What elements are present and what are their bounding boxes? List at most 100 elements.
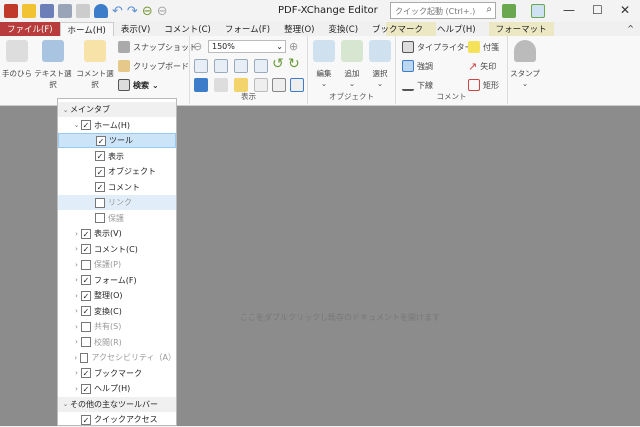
fit-visible-icon[interactable]: [254, 59, 268, 73]
print-icon[interactable]: [58, 4, 72, 18]
tree-item[interactable]: › ✓ コメント(C): [58, 242, 176, 257]
checkbox[interactable]: ✓: [81, 290, 91, 301]
tree-item[interactable]: › 共有(S): [58, 319, 176, 334]
actual-size-icon[interactable]: [194, 59, 208, 73]
maximize-button[interactable]: ☐: [592, 3, 603, 17]
chevron-down-icon[interactable]: ⌄: [72, 121, 81, 129]
tree-item[interactable]: ⌄ ✓ ホーム(H): [58, 118, 176, 133]
attachment-icon[interactable]: [254, 78, 268, 92]
snapshot-button[interactable]: スナップショット: [118, 41, 197, 53]
chevron-down-icon[interactable]: ⌄: [61, 400, 70, 408]
chevron-right-icon[interactable]: ›: [72, 338, 81, 346]
text-select-button[interactable]: テキスト選択: [32, 36, 74, 90]
tab-0[interactable]: ファイル(F): [0, 22, 60, 36]
tree-item[interactable]: ✓ オブジェクト: [58, 164, 176, 179]
chevron-right-icon[interactable]: ›: [72, 292, 81, 300]
add-button[interactable]: 追加 ⌄: [338, 36, 366, 88]
clipboard-button[interactable]: クリップボード⌄: [118, 60, 199, 72]
checkbox[interactable]: ✓: [81, 383, 91, 394]
checkbox[interactable]: [81, 321, 91, 332]
tree-item[interactable]: ✓ ツール: [58, 133, 176, 148]
tab-1[interactable]: ホーム(H): [59, 22, 114, 36]
undo-icon[interactable]: ↶: [112, 4, 123, 19]
checkbox[interactable]: [95, 197, 105, 208]
tree-item[interactable]: リンク: [58, 195, 176, 210]
tree-item[interactable]: › ✓ 表示(V): [58, 226, 176, 241]
sticky-note-button[interactable]: 付箋: [468, 41, 499, 53]
tree-item[interactable]: › ✓ ヘルプ(H): [58, 381, 176, 396]
minimize-button[interactable]: —: [563, 3, 575, 17]
quick-launch-search[interactable]: クイック起動 (Ctrl+.) ⌕: [390, 2, 496, 19]
redo-icon[interactable]: ↷: [127, 4, 138, 19]
chevron-right-icon[interactable]: ›: [72, 230, 81, 238]
checkbox[interactable]: ✓: [81, 228, 91, 239]
checkbox[interactable]: ✓: [81, 414, 91, 425]
checkbox[interactable]: ✓: [95, 166, 105, 177]
checkbox[interactable]: ✓: [81, 275, 91, 285]
chevron-right-icon[interactable]: ›: [72, 385, 81, 393]
chevron-right-icon[interactable]: ›: [72, 261, 81, 269]
rotate-left-icon[interactable]: ↺: [272, 56, 284, 72]
checkbox[interactable]: ✓: [95, 151, 105, 161]
tab-2[interactable]: 表示(V): [114, 22, 157, 36]
chevron-right-icon[interactable]: ›: [72, 323, 81, 331]
document-settings-icon[interactable]: [290, 78, 304, 92]
open-folder-icon[interactable]: [22, 4, 36, 18]
tree-item[interactable]: › ✓ 変換(C): [58, 304, 176, 319]
search-icon[interactable]: ⌕: [486, 4, 492, 15]
forward-icon[interactable]: ⊖: [157, 4, 168, 19]
chevron-right-icon[interactable]: ›: [72, 369, 81, 377]
fit-width-icon[interactable]: [234, 59, 248, 73]
tab-3[interactable]: コメント(C): [157, 22, 218, 36]
tree-item[interactable]: ✓ コメント: [58, 180, 176, 195]
tree-item[interactable]: › ✓ フォーム(F): [58, 273, 176, 288]
tree-item[interactable]: › ✓ 整理(O): [58, 288, 176, 303]
fit-page-icon[interactable]: [214, 59, 228, 73]
comment-select-button[interactable]: コメント選択: [74, 36, 116, 90]
tree-item[interactable]: › 校閲(R): [58, 335, 176, 350]
arrow-button[interactable]: ↗ 矢印: [468, 60, 496, 73]
bookmark-icon[interactable]: [194, 78, 208, 92]
tree-item[interactable]: ✓ クイックアクセス: [58, 412, 176, 427]
comments-icon[interactable]: [234, 78, 248, 92]
hand-tool-button[interactable]: 手のひら: [2, 36, 32, 79]
tree-item[interactable]: › 保護(P): [58, 257, 176, 272]
zoom-select[interactable]: 150% ⌄: [208, 40, 286, 53]
section-header[interactable]: ⌄ その他の主なツールバー: [58, 396, 176, 412]
tree-item[interactable]: › ✓ ブックマーク: [58, 366, 176, 381]
section-header[interactable]: ⌄ メインタブ: [58, 102, 176, 117]
checkbox[interactable]: [79, 352, 89, 363]
back-icon[interactable]: ⊖: [142, 4, 153, 19]
chevron-right-icon[interactable]: ›: [72, 307, 81, 315]
checkbox[interactable]: ✓: [81, 306, 91, 316]
fullscreen-icon[interactable]: [531, 4, 545, 18]
zoom-out-icon[interactable]: ⊖: [193, 40, 202, 53]
checkbox[interactable]: ✓: [81, 368, 91, 378]
chevron-right-icon[interactable]: ›: [72, 276, 81, 284]
tree-item[interactable]: 保護: [58, 211, 176, 226]
typewriter-button[interactable]: タイプライター: [402, 41, 473, 53]
properties-icon[interactable]: [272, 78, 286, 92]
mail-icon[interactable]: [76, 4, 90, 18]
tab-9[interactable]: フォーマット: [488, 22, 554, 36]
checkbox[interactable]: ✓: [96, 135, 106, 146]
settings-icon[interactable]: [502, 4, 516, 18]
chevron-right-icon[interactable]: ›: [72, 245, 81, 253]
chevron-down-icon[interactable]: ⌄: [61, 106, 70, 114]
underline-button[interactable]: 下線: [402, 79, 433, 91]
pages-icon[interactable]: [214, 78, 228, 92]
collapse-ribbon-icon[interactable]: ^: [627, 24, 634, 33]
search-button[interactable]: 検索 ⌄: [118, 79, 159, 91]
rectangle-button[interactable]: 矩形: [468, 79, 499, 91]
checkbox[interactable]: [81, 337, 91, 347]
rotate-right-icon[interactable]: ↻: [288, 56, 300, 72]
tab-5[interactable]: 整理(O): [277, 22, 321, 36]
tab-7[interactable]: ブックマーク: [365, 22, 430, 36]
tab-8[interactable]: ヘルプ(H): [430, 22, 483, 36]
tree-item[interactable]: › アクセシビリティ（A）: [58, 350, 176, 365]
tab-4[interactable]: フォーム(F): [218, 22, 277, 36]
stamp-button[interactable]: スタンプ ⌄: [510, 36, 540, 88]
tree-item[interactable]: ✓ 表示: [58, 149, 176, 164]
select-button[interactable]: 選択 ⌄: [366, 36, 394, 88]
zoom-in-icon[interactable]: ⊕: [289, 40, 298, 53]
